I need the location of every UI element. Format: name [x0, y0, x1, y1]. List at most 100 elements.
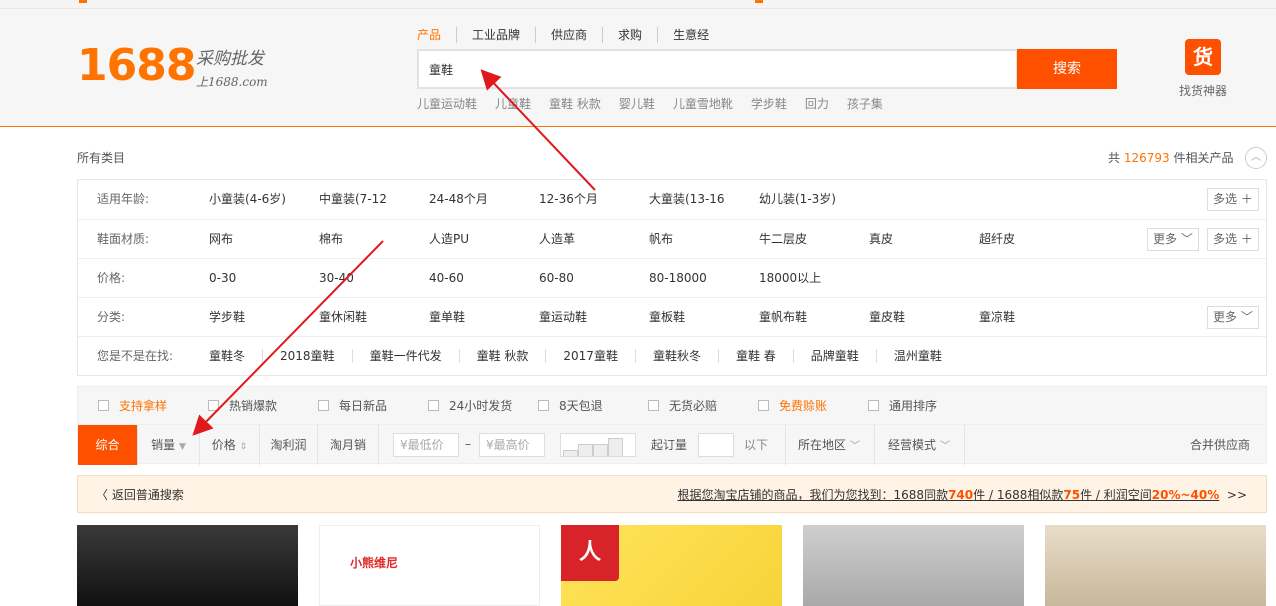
filter-option[interactable]: 80-18000 [649, 259, 759, 298]
sort-comprehensive[interactable]: 综合 [78, 425, 138, 465]
checkbox[interactable] [648, 400, 659, 411]
min-order-input[interactable] [698, 433, 734, 457]
filter-option[interactable]: 18000以上 [759, 259, 869, 298]
option-24h[interactable]: 24小时发货 [428, 387, 538, 424]
suggestion-link[interactable]: 童鞋一件代发 [351, 349, 459, 363]
region-dropdown[interactable]: 所在地区 ﹀ [798, 425, 860, 465]
filter-option[interactable]: 0-30 [209, 259, 319, 298]
business-mode-dropdown[interactable]: 经营模式 ﹀ [888, 425, 950, 465]
option-new[interactable]: 每日新品 [318, 387, 428, 424]
hotword-link[interactable]: 儿童鞋 [495, 95, 531, 112]
filter-option[interactable]: 60-80 [539, 259, 649, 298]
checkbox[interactable] [318, 400, 329, 411]
filter-option[interactable]: 童帆布鞋 [759, 298, 869, 337]
suggestion-link[interactable]: 2018童鞋 [262, 349, 352, 363]
option-compensation[interactable]: 无货必赔 [648, 387, 758, 424]
collapse-up-icon[interactable]: ︿ [1245, 147, 1267, 169]
sort-bar: 综合 销量 ▼ 价格 ⇕ 淘利润 淘月销 ¥最低价 – ¥最高价 起订量 以下 … [77, 424, 1267, 465]
hotword-link[interactable]: 回力 [805, 95, 829, 112]
quantity-bars-icon[interactable] [560, 433, 636, 457]
suggestion-link[interactable]: 童鞋 春 [717, 349, 793, 363]
suggestion-link[interactable]: 2017童鞋 [545, 349, 635, 363]
product-image[interactable] [1045, 525, 1266, 606]
multi-select-button[interactable]: 多选 ＋ [1207, 188, 1259, 211]
hotword-link[interactable]: 童鞋 秋款 [549, 95, 601, 112]
filter-option[interactable]: 童凉鞋 [979, 298, 1089, 337]
search-button[interactable]: 搜索 [1017, 49, 1117, 89]
filter-option[interactable]: 网布 [209, 220, 319, 259]
filter-option[interactable]: 24-48个月 [429, 180, 539, 219]
filter-option[interactable]: 学步鞋 [209, 298, 319, 337]
filter-option[interactable]: 棉布 [319, 220, 429, 259]
product-image[interactable]: 人 [561, 525, 782, 606]
hotword-link[interactable]: 儿童雪地靴 [673, 95, 733, 112]
taobao-match[interactable]: 根据您淘宝店铺的商品，我们为您找到：1688同款740件 / 1688相似款75… [678, 476, 1247, 514]
back-to-search[interactable]: 〈 返回普通搜索 [96, 476, 184, 514]
filter-option[interactable]: 40-60 [429, 259, 539, 298]
filter-option[interactable]: 超纤皮 [979, 220, 1089, 259]
checkbox[interactable] [758, 400, 769, 411]
filter-option[interactable]: 童板鞋 [649, 298, 759, 337]
sort-sales[interactable]: 销量 ▼ [138, 425, 200, 465]
product-image[interactable] [77, 525, 298, 606]
filter-option[interactable]: 中童装(7-12 [319, 180, 429, 219]
tab-business[interactable]: 生意经 [657, 27, 724, 43]
filter-option[interactable]: 小童装(4-6岁) [209, 180, 319, 219]
suggestion-link[interactable]: 品牌童鞋 [792, 349, 876, 363]
tab-supplier[interactable]: 供应商 [535, 27, 602, 43]
checkbox[interactable] [98, 400, 109, 411]
filter-option[interactable]: 幼儿装(1-3岁) [759, 180, 869, 219]
sort-price[interactable]: 价格 ⇕ [200, 425, 260, 465]
category-breadcrumb[interactable]: 所有类目 [77, 149, 125, 166]
more-button[interactable]: 更多 ﹀ [1147, 228, 1199, 251]
finder-goods-icon[interactable]: 货 [1179, 33, 1227, 81]
tab-purchase[interactable]: 求购 [602, 27, 657, 43]
sort-monthly[interactable]: 淘月销 [318, 425, 379, 465]
option-general-sort[interactable]: 通用排序 [868, 387, 978, 424]
more-button[interactable]: 更多 ﹀ [1207, 306, 1259, 329]
sort-profit[interactable]: 淘利润 [260, 425, 318, 465]
tab-industrial-brand[interactable]: 工业品牌 [456, 27, 535, 43]
option-8day-return[interactable]: 8天包退 [538, 387, 648, 424]
product-image[interactable] [803, 525, 1024, 606]
option-hot[interactable]: 热销爆款 [208, 387, 318, 424]
brand-logo: 人 [561, 525, 619, 581]
hotword-link[interactable]: 孩子集 [847, 95, 883, 112]
merge-suppliers[interactable]: 合并供应商 [1190, 425, 1250, 465]
suggestion-link[interactable]: 童鞋秋冬 [634, 349, 718, 363]
hotword-link[interactable]: 学步鞋 [751, 95, 787, 112]
finder-label[interactable]: 找货神器 [1177, 82, 1229, 99]
filter-option[interactable]: 人造革 [539, 220, 649, 259]
suggestion-link[interactable]: 温州童鞋 [875, 349, 959, 363]
filter-option[interactable]: 童皮鞋 [869, 298, 979, 337]
filter-option[interactable]: 真皮 [869, 220, 979, 259]
max-price-input[interactable]: ¥最高价 [479, 433, 545, 457]
hotword-link[interactable]: 儿童运动鞋 [417, 95, 477, 112]
option-sample[interactable]: 支持拿样 [98, 387, 208, 424]
suggestion-link[interactable]: 童鞋冬 [209, 349, 262, 363]
hotword-link[interactable]: 婴儿鞋 [619, 95, 655, 112]
multi-select-button[interactable]: 多选 ＋ [1207, 228, 1259, 251]
checkbox[interactable] [428, 400, 439, 411]
filter-option[interactable]: 人造PU [429, 220, 539, 259]
filter-option[interactable]: 帆布 [649, 220, 759, 259]
filter-option[interactable]: 大童装(13-16 [649, 180, 759, 219]
filter-option[interactable]: 童单鞋 [429, 298, 539, 337]
filter-option[interactable]: 牛二层皮 [759, 220, 869, 259]
min-price-input[interactable]: ¥最低价 [393, 433, 459, 457]
search-tabs: 产品 工业品牌 供应商 求购 生意经 [417, 27, 724, 43]
product-image[interactable]: 小熊维尼 [319, 525, 540, 606]
checkbox[interactable] [208, 400, 219, 411]
filter-option[interactable]: 童运动鞋 [539, 298, 649, 337]
checkbox[interactable] [538, 400, 549, 411]
filter-option[interactable]: 童休闲鞋 [319, 298, 429, 337]
goods-finder[interactable]: 货 找货神器 [1177, 33, 1229, 99]
tab-product[interactable]: 产品 [417, 27, 456, 43]
search-input[interactable] [419, 51, 1016, 87]
filter-option[interactable]: 30-40 [319, 259, 429, 298]
logo[interactable]: 1688 [77, 44, 196, 88]
filter-option[interactable]: 12-36个月 [539, 180, 649, 219]
checkbox[interactable] [868, 400, 879, 411]
suggestion-link[interactable]: 童鞋 秋款 [458, 349, 546, 363]
option-credit[interactable]: 免费赊账 [758, 387, 868, 424]
